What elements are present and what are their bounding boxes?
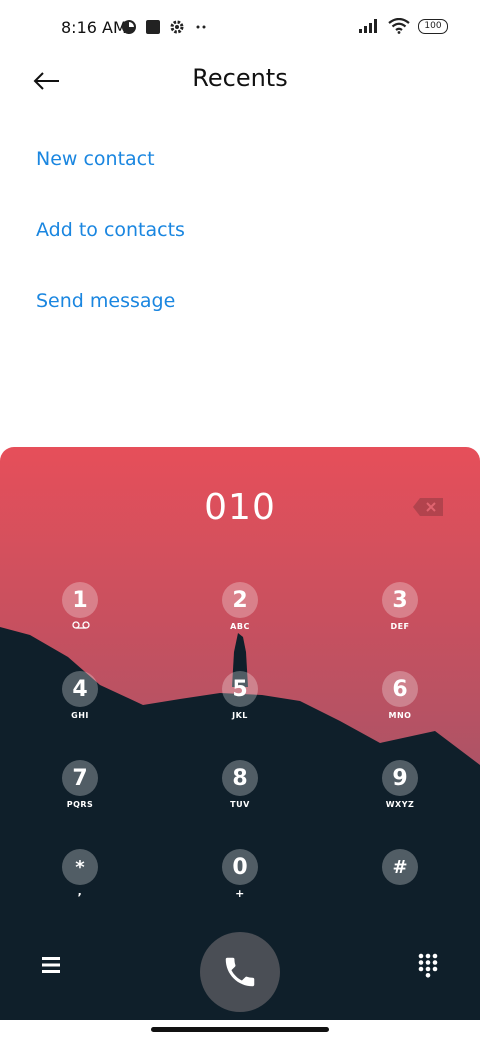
key-4[interactable]: 4: [62, 671, 98, 707]
key-9[interactable]: 9: [382, 760, 418, 796]
key-star[interactable]: *: [62, 849, 98, 885]
key-0[interactable]: 0: [222, 849, 258, 885]
key-8-letters: TUV: [230, 800, 250, 809]
key-3[interactable]: 3: [382, 582, 418, 618]
key-7[interactable]: 7: [62, 760, 98, 796]
settings-icon: [170, 20, 184, 34]
status-time: 8:16 AM: [61, 18, 127, 37]
alarm-icon: [122, 20, 136, 34]
key-6-digit: 6: [392, 676, 408, 702]
phone-icon: [225, 957, 255, 987]
voicemail-icon: [72, 621, 90, 629]
key-star-sub: ,: [77, 885, 83, 898]
app-square-icon: [146, 20, 160, 34]
key-3-letters: DEF: [390, 622, 410, 631]
more-dots-icon: [196, 25, 206, 29]
key-0-sub: +: [235, 887, 245, 900]
status-icons-right: 100: [358, 18, 448, 34]
key-hash[interactable]: #: [382, 849, 418, 885]
key-star-symbol: *: [75, 856, 85, 878]
call-button[interactable]: [200, 932, 280, 1012]
dialpad-bottom-bar: [0, 910, 480, 1020]
key-8-digit: 8: [232, 765, 248, 791]
key-3-digit: 3: [392, 587, 408, 613]
key-5-digit: 5: [232, 676, 248, 702]
backspace-icon[interactable]: [412, 497, 444, 517]
key-8[interactable]: 8: [222, 760, 258, 796]
key-1-digit: 1: [72, 587, 88, 613]
key-5[interactable]: 5: [222, 671, 258, 707]
dialed-number: 010: [204, 487, 276, 528]
battery-icon: 100: [418, 18, 448, 34]
add-to-contacts-link[interactable]: Add to contacts: [36, 219, 185, 241]
key-2[interactable]: 2: [222, 582, 258, 618]
key-6[interactable]: 6: [382, 671, 418, 707]
key-9-digit: 9: [392, 765, 408, 791]
key-4-digit: 4: [72, 676, 88, 702]
send-message-link[interactable]: Send message: [36, 290, 175, 312]
system-nav-bar: [0, 1020, 480, 1040]
key-4-letters: GHI: [71, 711, 89, 720]
wifi-icon: [388, 18, 410, 34]
dialpad-panel: 010 1 2 ABC 3 DEF 4 GHI 5 JKL 6 MNO 7 PQ…: [0, 447, 480, 1020]
key-2-letters: ABC: [230, 622, 250, 631]
key-7-digit: 7: [72, 765, 88, 791]
status-icons-left: [121, 19, 209, 35]
key-hash-symbol: #: [392, 856, 408, 878]
menu-icon[interactable]: [40, 955, 64, 975]
key-5-letters: JKL: [232, 711, 248, 720]
key-7-letters: PQRS: [66, 800, 94, 809]
signal-icon: [359, 19, 377, 33]
dialpad-icon[interactable]: [416, 952, 440, 978]
key-2-digit: 2: [232, 587, 248, 613]
page-title: Recents: [192, 64, 288, 92]
status-bar: 8:16 AM 100: [0, 0, 480, 56]
key-1[interactable]: 1: [62, 582, 98, 618]
key-9-letters: WXYZ: [385, 800, 415, 809]
new-contact-link[interactable]: New contact: [36, 148, 155, 170]
home-indicator[interactable]: [151, 1027, 329, 1032]
key-6-letters: MNO: [388, 711, 412, 720]
key-0-digit: 0: [232, 854, 248, 880]
